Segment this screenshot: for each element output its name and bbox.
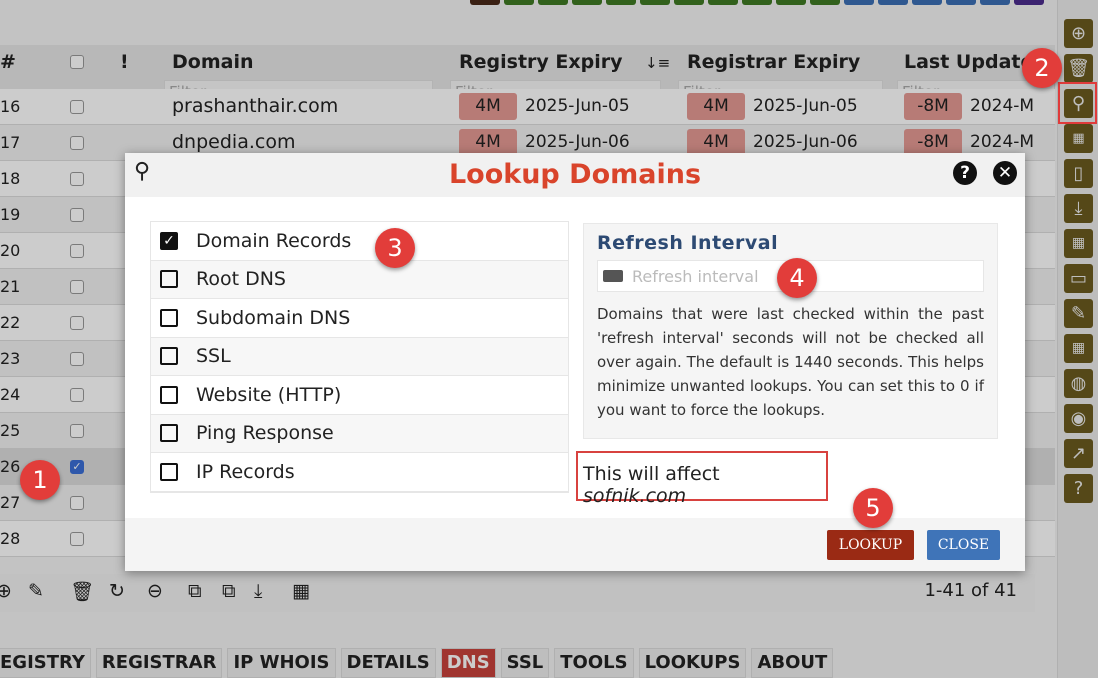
highlight-search-button (1058, 82, 1097, 124)
help-icon[interactable]: ? (953, 161, 977, 185)
refresh-interval-panel: Refresh Interval Refresh interval Domain… (583, 223, 998, 439)
dialog-header: ⚲ Lookup Domains ? ✕ (125, 153, 1025, 197)
lookup-option[interactable]: Root DNS (151, 260, 568, 299)
option-label: Subdomain DNS (196, 306, 351, 329)
close-icon[interactable]: ✕ (993, 161, 1017, 185)
option-label: SSL (196, 345, 231, 368)
option-label: IP Records (196, 460, 295, 483)
annotation-badge-3: 3 (375, 228, 415, 268)
dialog-footer: LOOKUP CLOSE (125, 518, 1025, 571)
option-checkbox[interactable] (160, 347, 178, 366)
annotation-badge-2: 2 (1022, 48, 1062, 88)
refresh-interval-placeholder: Refresh interval (632, 266, 759, 286)
option-label: Website (HTTP) (196, 383, 342, 406)
lookup-options-list: ✓ Domain Records Root DNS Subdomain DNS SSL W… (150, 221, 569, 493)
lookup-option[interactable]: SSL (151, 337, 568, 376)
dialog-title: Lookup Domains (448, 159, 702, 190)
option-checkbox[interactable] (160, 462, 178, 481)
affected-domains-note: This will affect sofnik.com (576, 451, 828, 507)
lookup-option[interactable]: Subdomain DNS (151, 299, 568, 338)
option-checkbox[interactable] (160, 385, 178, 404)
lookup-option[interactable]: ✓ Domain Records (151, 222, 568, 261)
lookup-option[interactable]: Website (HTTP) (151, 376, 568, 415)
refresh-interval-description: Domains that were last checked within th… (597, 305, 984, 419)
refresh-interval-title: Refresh Interval (597, 232, 779, 254)
option-checkbox[interactable] (160, 424, 178, 443)
option-label: Domain Records (196, 229, 352, 252)
annotation-badge-5: 5 (853, 488, 893, 528)
close-button[interactable]: CLOSE (927, 530, 1000, 560)
option-checkbox[interactable] (160, 270, 178, 289)
keyboard-icon (603, 270, 623, 282)
affected-domain: sofnik.com (583, 485, 687, 507)
option-label: Ping Response (196, 422, 334, 445)
lookup-option[interactable]: IP Records (151, 453, 568, 492)
annotation-badge-4: 4 (777, 258, 817, 298)
affect-prefix: This will affect (583, 463, 720, 485)
option-checkbox[interactable]: ✓ (160, 231, 178, 250)
annotation-badge-1: 1 (20, 460, 60, 500)
lookup-button[interactable]: LOOKUP (827, 530, 914, 560)
option-checkbox[interactable] (160, 308, 178, 327)
lookup-option[interactable]: Ping Response (151, 414, 568, 453)
option-label: Root DNS (196, 268, 286, 291)
